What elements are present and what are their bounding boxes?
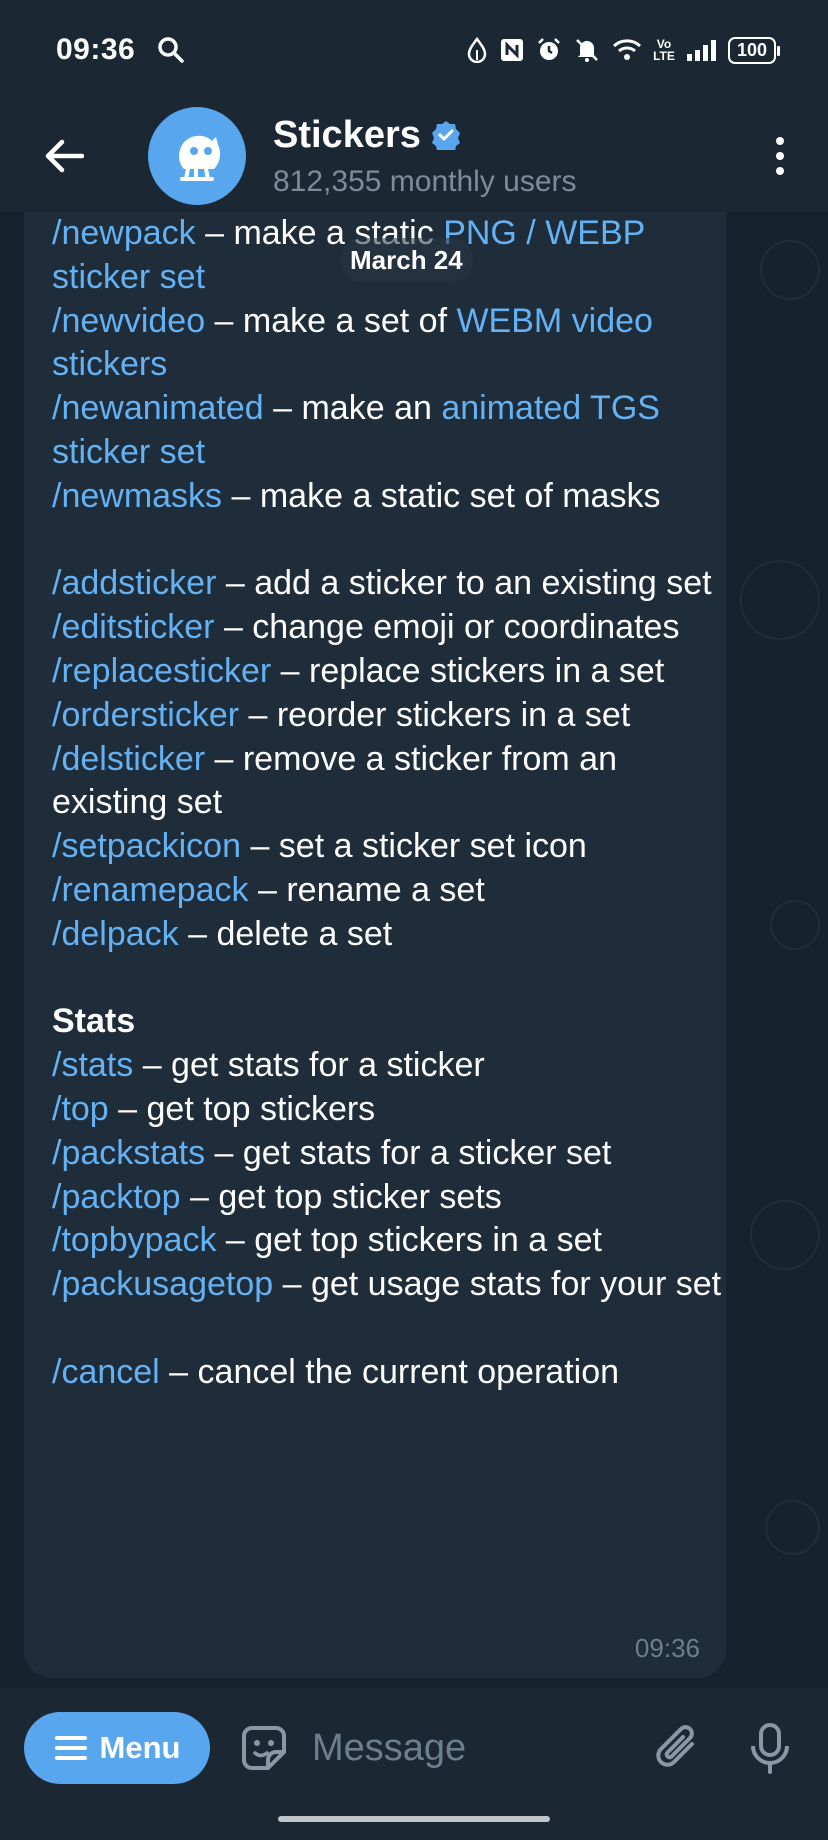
attach-icon[interactable]: [652, 1722, 704, 1774]
command-line: /setpackicon – set a sticker set icon: [52, 827, 587, 865]
background-doodle: [765, 1500, 820, 1555]
command-line: /addsticker – add a sticker to an existi…: [52, 564, 712, 602]
command-link[interactable]: /addsticker: [52, 564, 216, 602]
command-description: – delete a set: [178, 914, 393, 953]
command-link[interactable]: /delpack: [52, 915, 179, 953]
navigation-bar: [0, 1808, 828, 1840]
alarm-icon: [536, 37, 562, 63]
command-link[interactable]: /replacesticker: [52, 652, 271, 690]
command-description: – make a static set of masks: [222, 476, 661, 515]
verified-badge-icon: [431, 121, 460, 150]
search-icon: [157, 36, 185, 64]
command-link[interactable]: /setpackicon: [52, 827, 241, 865]
volte-label: Vo LTE: [653, 37, 675, 63]
menu-label: Menu: [99, 1730, 181, 1765]
command-link[interactable]: /newmasks: [52, 477, 222, 515]
command-link[interactable]: /topbypack: [52, 1221, 216, 1259]
mute-icon: [574, 37, 600, 63]
command-description: – reorder stickers in a set: [239, 695, 631, 734]
command-line: /delsticker – remove a sticker from an e…: [52, 740, 626, 822]
back-button[interactable]: [26, 118, 102, 194]
command-line: /ordersticker – reorder stickers in a se…: [52, 696, 630, 734]
command-link[interactable]: /renamepack: [52, 871, 249, 909]
background-doodle: [760, 240, 820, 300]
back-arrow-icon: [45, 139, 84, 173]
command-line: /newmasks – make a static set of masks: [52, 477, 660, 515]
command-line: /topbypack – get top stickers in a set: [52, 1221, 602, 1259]
command-description: – get usage stats for your set: [273, 1265, 722, 1304]
command-link[interactable]: /cancel: [52, 1353, 160, 1391]
command-line: /stats – get stats for a sticker: [52, 1046, 485, 1084]
command-description: – get stats for a sticker set: [205, 1133, 612, 1172]
command-line: /cancel – cancel the current operation: [52, 1353, 619, 1391]
data-saver-icon: [466, 37, 488, 63]
date-label: March 24: [340, 238, 473, 282]
command-line: /newvideo – make a set of WEBM video sti…: [52, 302, 662, 384]
command-description: – add a sticker to an existing set: [216, 564, 712, 603]
command-description: – get stats for a sticker: [133, 1046, 485, 1085]
command-description: – make an: [263, 389, 442, 428]
menu-button[interactable]: Menu: [24, 1712, 210, 1784]
command-line: /top – get top stickers: [52, 1090, 375, 1128]
chat-title-block[interactable]: Stickers 812,355 monthly users: [273, 114, 577, 199]
battery-level: 100: [736, 39, 767, 60]
battery-icon: 100: [727, 36, 781, 64]
chat-header: Stickers 812,355 monthly users: [0, 100, 828, 212]
command-link[interactable]: /editsticker: [52, 608, 215, 646]
command-link[interactable]: /packstats: [52, 1134, 205, 1172]
command-description: – set a sticker set icon: [241, 827, 587, 866]
background-doodle: [740, 560, 820, 640]
message-input-bar: Menu: [0, 1688, 828, 1808]
nfc-icon: [500, 38, 524, 62]
command-line: /renamepack – rename a set: [52, 871, 485, 909]
command-link[interactable]: /newvideo: [52, 302, 205, 340]
home-handle[interactable]: [278, 1816, 550, 1822]
command-link[interactable]: /delsticker: [52, 740, 205, 778]
command-line: /packtop – get top sticker sets: [52, 1178, 502, 1216]
section-heading-stats: Stats: [52, 1002, 136, 1041]
status-time: 09:36: [56, 33, 136, 66]
command-link[interactable]: /packusagetop: [52, 1265, 273, 1303]
microphone-icon[interactable]: [746, 1722, 794, 1774]
command-description: – get top stickers: [108, 1089, 376, 1128]
command-description: – replace stickers in a set: [271, 651, 665, 690]
chat-title: Stickers: [273, 114, 577, 157]
more-options-icon[interactable]: [770, 137, 790, 175]
wifi-icon: [612, 38, 642, 62]
command-description: – make a set of: [205, 301, 457, 340]
command-line: /newanimated – make an animated TGS stic…: [52, 389, 669, 471]
command-description: – change emoji or coordinates: [214, 608, 680, 647]
command-description: – get top sticker sets: [180, 1177, 502, 1216]
chat-subtitle: 812,355 monthly users: [273, 164, 577, 198]
command-link[interactable]: /stats: [52, 1046, 133, 1084]
message-time: 09:36: [634, 1633, 700, 1663]
command-link[interactable]: /packtop: [52, 1178, 181, 1216]
signal-icon: [686, 39, 716, 61]
command-description: – get top stickers in a set: [216, 1221, 602, 1260]
command-line: /replacesticker – replace stickers in a …: [52, 652, 664, 690]
command-link[interactable]: /top: [52, 1090, 109, 1128]
command-line: /editsticker – change emoji or coordinat…: [52, 608, 679, 646]
status-bar: 09:36 Vo LTE 100: [0, 0, 828, 100]
command-description: – rename a set: [248, 870, 485, 909]
background-doodle: [770, 900, 820, 950]
command-link[interactable]: /ordersticker: [52, 696, 239, 734]
command-description: – cancel the current operation: [159, 1352, 620, 1391]
message-bubble: /newpack – make a static PNG / WEBP stic…: [24, 160, 726, 1678]
command-link[interactable]: /newanimated: [52, 389, 264, 427]
avatar[interactable]: [148, 107, 246, 205]
background-doodle: [750, 1200, 820, 1270]
chat-name: Stickers: [273, 113, 421, 156]
sticker-bot-icon: [179, 135, 221, 181]
command-line: /delpack – delete a set: [52, 915, 392, 953]
status-icons: Vo LTE 100: [466, 36, 781, 64]
hamburger-icon: [54, 1736, 87, 1760]
sticker-icon[interactable]: [238, 1722, 290, 1774]
command-link[interactable]: /newpack: [52, 214, 196, 252]
command-line: /packusagetop – get usage stats for your…: [52, 1265, 721, 1303]
command-line: /packstats – get stats for a sticker set: [52, 1134, 611, 1172]
message-input[interactable]: [312, 1718, 612, 1778]
message-text: /newpack – make a static PNG / WEBP stic…: [52, 212, 726, 1395]
